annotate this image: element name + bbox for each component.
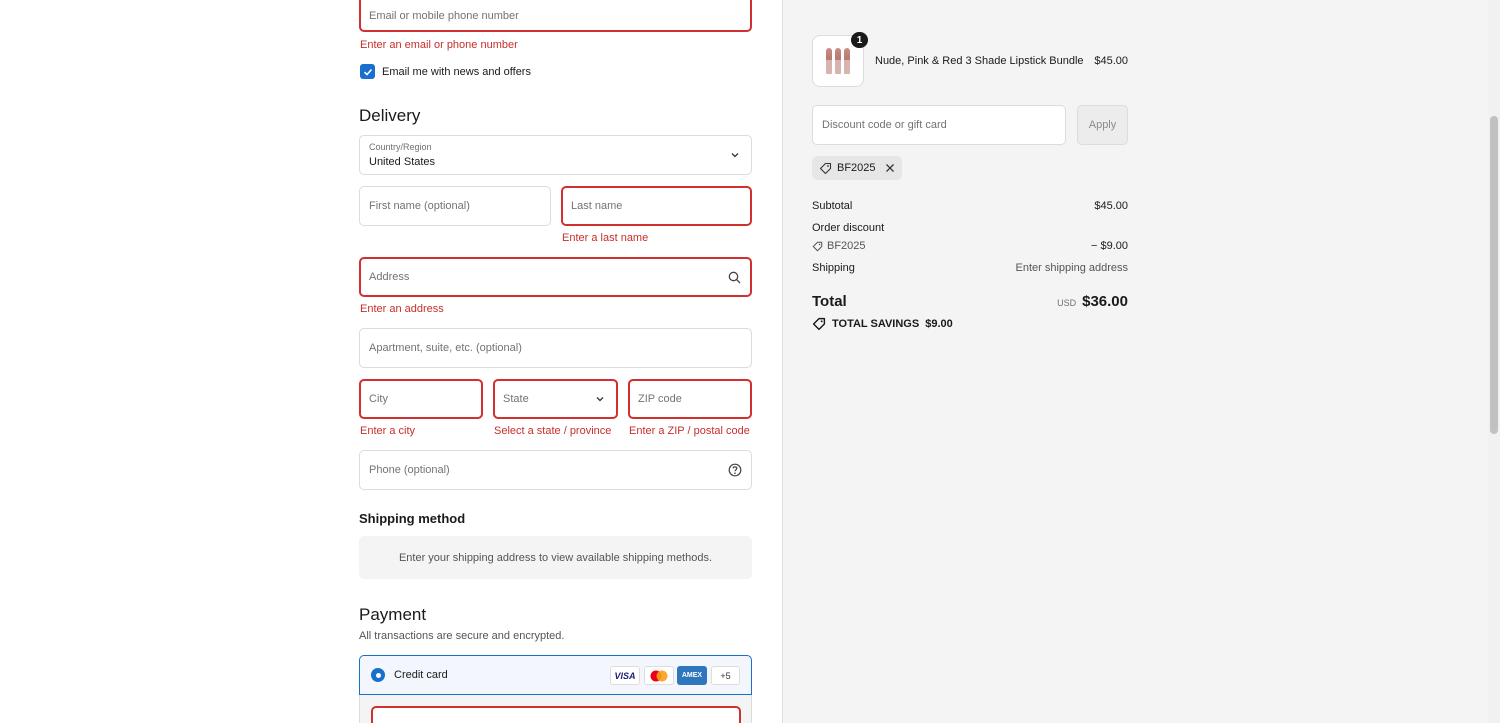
total-label: Total [812, 293, 847, 310]
shipping-value: Enter shipping address [1015, 262, 1128, 274]
phone-input[interactable]: Phone (optional) [359, 450, 752, 490]
address-input[interactable]: Address [359, 257, 752, 297]
mastercard-icon [644, 666, 674, 685]
last-name-placeholder: Last name [571, 200, 623, 212]
first-name-input[interactable]: First name (optional) [359, 186, 551, 226]
shipping-methods-placeholder: Enter your shipping address to view avai… [359, 536, 752, 579]
lipstick-image [835, 48, 841, 74]
shipping-methods-message: Enter your shipping address to view avai… [398, 551, 713, 564]
product-name: Nude, Pink & Red 3 Shade Lipstick Bundle [875, 55, 1084, 67]
subtotal-label: Subtotal [812, 200, 853, 212]
address-placeholder: Address [369, 271, 410, 283]
email-input[interactable]: Email or mobile phone number [359, 0, 752, 32]
shipping-method-heading: Shipping method [359, 511, 466, 526]
city-placeholder: City [369, 393, 388, 405]
tag-icon [812, 241, 823, 251]
card-number-input[interactable] [371, 706, 741, 723]
state-error: Select a state / province [494, 425, 612, 437]
order-discount-code: BF2025 [827, 240, 866, 252]
order-discount-code-row: BF2025 [812, 240, 866, 252]
payment-heading: Payment [359, 605, 427, 624]
city-error: Enter a city [360, 425, 416, 437]
credit-card-radio[interactable] [371, 668, 385, 682]
quantity-badge: 1 [851, 32, 868, 48]
currency-code: USD [1057, 298, 1077, 308]
last-name-error: Enter a last name [562, 232, 649, 244]
total-amount: USD $36.00 [1057, 293, 1128, 310]
chevron-down-icon [593, 392, 607, 406]
state-placeholder: State [503, 393, 529, 405]
apartment-input[interactable]: Apartment, suite, etc. (optional) [359, 328, 752, 368]
chevron-down-icon [728, 148, 742, 162]
apply-button[interactable]: Apply [1077, 105, 1128, 145]
newsletter-checkbox[interactable] [360, 64, 375, 79]
checkmark-icon [363, 68, 372, 76]
country-select[interactable]: Country/Region United States [359, 135, 752, 175]
total-savings-row: TOTAL SAVINGS $9.00 [812, 317, 953, 331]
email-placeholder: Email or mobile phone number [369, 10, 519, 22]
checkout-form-panel: Email or mobile phone number Enter an em… [0, 0, 782, 723]
delivery-heading: Delivery [359, 106, 421, 125]
email-error: Enter an email or phone number [360, 39, 518, 51]
address-error: Enter an address [360, 303, 444, 315]
order-discount-value: − $9.00 [1090, 240, 1128, 252]
subtotal-value: $45.00 [1094, 200, 1128, 212]
discount-code-placeholder: Discount code or gift card [822, 119, 947, 131]
shipping-label: Shipping [812, 262, 855, 274]
country-label: Country/Region [369, 142, 432, 152]
close-icon[interactable] [885, 163, 895, 173]
payment-subtext: All transactions are secure and encrypte… [359, 630, 565, 642]
search-icon [727, 270, 741, 284]
zip-input[interactable]: ZIP code [628, 379, 752, 419]
discount-code-input[interactable]: Discount code or gift card [812, 105, 1066, 145]
amex-icon: AMEX [677, 666, 707, 685]
zip-error: Enter a ZIP / postal code [629, 425, 750, 437]
scrollbar[interactable] [1488, 0, 1500, 723]
first-name-placeholder: First name (optional) [369, 200, 470, 212]
credit-card-label: Credit card [394, 669, 448, 681]
zip-placeholder: ZIP code [638, 393, 682, 405]
apartment-placeholder: Apartment, suite, etc. (optional) [369, 342, 522, 354]
total-savings-value: $9.00 [925, 318, 953, 330]
card-details-panel [359, 695, 752, 723]
total-value: $36.00 [1082, 293, 1128, 310]
lipstick-image [826, 48, 832, 74]
tag-icon [819, 162, 832, 174]
product-price: $45.00 [1094, 55, 1128, 67]
applied-discount-chip: BF2025 [812, 156, 902, 180]
tag-icon [812, 317, 826, 331]
newsletter-label: Email me with news and offers [382, 66, 531, 78]
credit-card-option[interactable]: Credit card VISA AMEX +5 [359, 655, 752, 695]
order-discount-label: Order discount [812, 222, 885, 234]
applied-discount-code: BF2025 [837, 162, 876, 174]
city-input[interactable]: City [359, 379, 483, 419]
scrollbar-thumb[interactable] [1490, 116, 1498, 434]
country-value: United States [369, 156, 436, 168]
more-cards-badge: +5 [711, 666, 740, 685]
lipstick-image [844, 48, 850, 74]
visa-icon: VISA [610, 666, 640, 685]
state-select[interactable]: State [493, 379, 618, 419]
total-savings-label: TOTAL SAVINGS [832, 318, 920, 330]
help-icon[interactable] [728, 463, 742, 477]
phone-placeholder: Phone (optional) [369, 464, 450, 476]
last-name-input[interactable]: Last name [561, 186, 752, 226]
